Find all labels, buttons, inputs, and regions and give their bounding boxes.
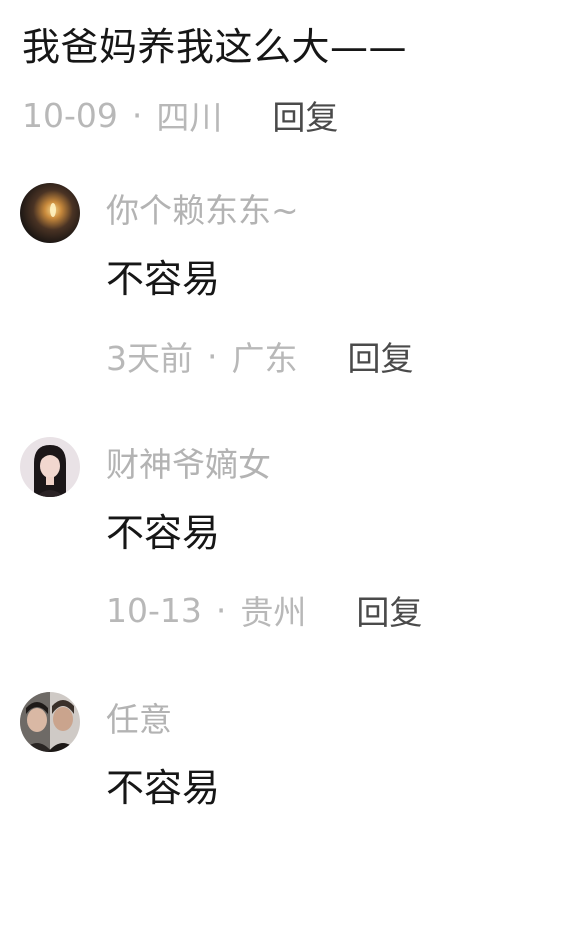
reply-text: 不容易 xyxy=(106,766,221,810)
comment-location: 四川 xyxy=(156,98,223,137)
girl-portrait-avatar-icon[interactable] xyxy=(20,437,80,497)
reply-username[interactable]: 任意 xyxy=(106,696,172,744)
reply-button[interactable]: 回复 xyxy=(356,586,422,634)
reply-date: 10-13 xyxy=(106,590,202,630)
meta-separator: · xyxy=(207,336,218,376)
reply-button[interactable]: 回复 xyxy=(272,91,338,139)
comment-text: 我爸妈养我这么大—— xyxy=(22,25,408,69)
reply-meta: 10-13 · 贵州 回复 xyxy=(106,585,422,635)
comment-date: 10-09 xyxy=(22,95,118,135)
reply-date: 3天前 xyxy=(106,339,193,378)
meta-separator: · xyxy=(215,590,227,630)
reply-text: 不容易 xyxy=(106,257,221,301)
meta-separator: · xyxy=(131,95,143,135)
reply-item: 任意 不容易 xyxy=(20,692,560,932)
comment-meta: 10-09 · 四川 回复 xyxy=(22,90,562,140)
reply-location: 广东 xyxy=(231,339,298,378)
reply-item: 你个赖东东~ 不容易 3天前 · 广东 回复 xyxy=(20,183,560,423)
reply-item: 财神爷嫡女 不容易 10-13 · 贵州 回复 xyxy=(20,437,560,677)
reply-username[interactable]: 财神爷嫡女 xyxy=(106,441,271,489)
reply-button[interactable]: 回复 xyxy=(348,332,414,380)
two-person-avatar-icon[interactable] xyxy=(20,692,80,752)
reply-text: 不容易 xyxy=(106,511,221,555)
reply-meta: 3天前 · 广东 回复 xyxy=(106,331,414,381)
reply-location: 贵州 xyxy=(240,593,307,632)
reply-username[interactable]: 你个赖东东~ xyxy=(106,187,299,235)
top-comment: 我爸妈养我这么大—— 10-09 · 四川 回复 xyxy=(22,18,562,140)
candle-avatar-icon[interactable] xyxy=(20,183,80,243)
